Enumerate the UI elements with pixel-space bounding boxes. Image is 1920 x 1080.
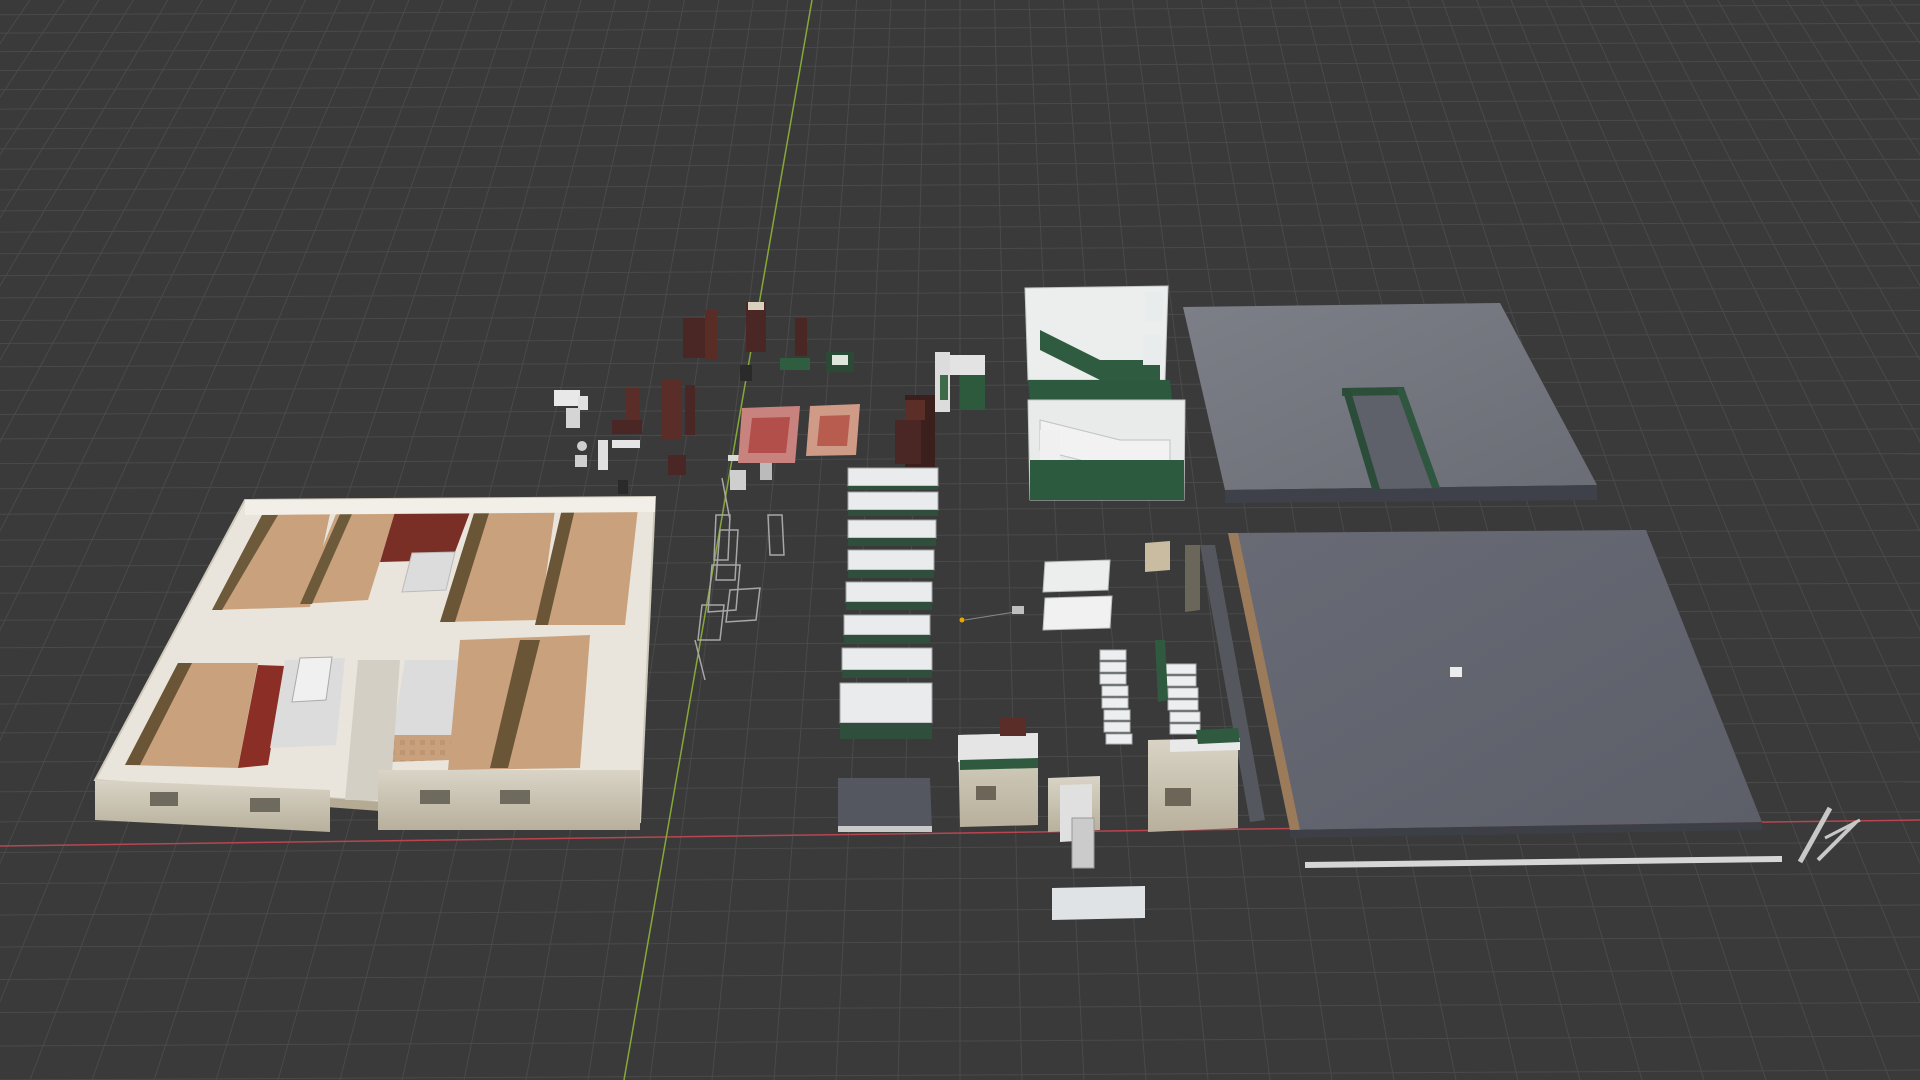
grid-line <box>773 0 858 1080</box>
grid-line <box>1717 0 1920 362</box>
scene-markers <box>959 606 1024 623</box>
grid-line <box>1854 0 1920 99</box>
scene-canvas[interactable] <box>0 0 1920 1080</box>
grid-line <box>1889 0 1920 45</box>
grid-line <box>1915 0 1920 1080</box>
roof-slab-with-opening[interactable] <box>1183 303 1597 503</box>
carpets[interactable] <box>738 404 860 463</box>
floor-slab[interactable] <box>1228 530 1762 838</box>
grid-line <box>1820 0 1920 156</box>
apartment-floor-plan[interactable] <box>93 495 657 832</box>
stair-flights[interactable] <box>1099 640 1240 745</box>
stair-wall-modules[interactable] <box>1024 285 1186 501</box>
grid-line <box>993 0 1023 1080</box>
3d-viewport[interactable] <box>0 0 1920 1080</box>
shelving-stack[interactable] <box>838 467 939 832</box>
grid-line <box>1786 0 1920 219</box>
furniture-set[interactable] <box>554 302 985 494</box>
